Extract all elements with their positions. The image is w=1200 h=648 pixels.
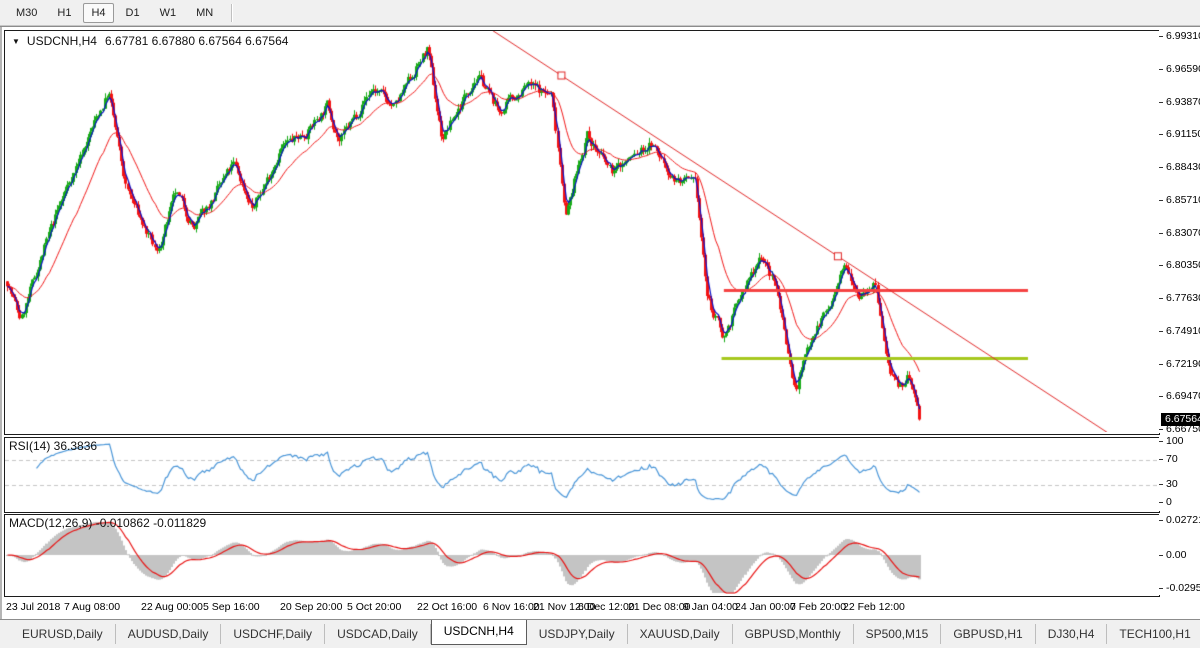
axis-tick-mark <box>1159 502 1163 503</box>
tab-usdcad-daily[interactable]: USDCAD,Daily <box>325 624 431 644</box>
price-tick-label: 6.72190 <box>1166 359 1200 370</box>
axis-tick-mark <box>1159 396 1163 397</box>
axis-tick-mark <box>1159 331 1163 332</box>
time-tick-label: 22 Feb 12:00 <box>843 601 905 613</box>
timeframe-button-h1[interactable]: H1 <box>49 3 79 23</box>
tab-gbpusd-monthly[interactable]: GBPUSD,Monthly <box>733 624 854 644</box>
axis-tick-mark <box>1159 484 1163 485</box>
timeframe-button-mn[interactable]: MN <box>188 3 221 23</box>
chart-title[interactable]: ▼ USDCNH,H4 6.67781 6.67880 6.67564 6.67… <box>12 34 288 48</box>
axis-tick-mark <box>1159 167 1163 168</box>
axis-tick-mark <box>1159 69 1163 70</box>
axis-tick-mark <box>1159 102 1163 103</box>
tab-audusd-daily[interactable]: AUDUSD,Daily <box>116 624 222 644</box>
chart-title-symbol: USDCNH,H4 <box>27 34 97 48</box>
price-tick-label: 6.99310 <box>1166 31 1200 42</box>
rsi-tick-label: 30 <box>1166 479 1178 490</box>
time-tick-label: 9 Jan 04:00 <box>683 601 738 613</box>
time-tick-label: 20 Sep 20:00 <box>280 601 342 613</box>
rsi-label: RSI(14) 36.3836 <box>9 439 97 453</box>
macd-tick-label: 0.027219 <box>1166 515 1200 526</box>
rsi-axis[interactable]: 100 70 30 0 <box>1159 437 1200 511</box>
rsi-tick-label: 0 <box>1166 497 1172 508</box>
time-tick-label: 24 Jan 00:00 <box>735 601 796 613</box>
time-tick-label: 22 Oct 16:00 <box>417 601 477 613</box>
timeframe-button-m30[interactable]: M30 <box>8 3 45 23</box>
price-tick-label: 6.91150 <box>1166 129 1200 140</box>
rsi-panel: RSI(14) 36.3836 <box>4 437 1160 513</box>
rsi-canvas[interactable] <box>5 438 1157 510</box>
price-tick-label: 6.93870 <box>1166 97 1200 108</box>
price-tick-label: 6.83070 <box>1166 228 1200 239</box>
axis-tick-mark <box>1159 298 1163 299</box>
tab-tech100-h1[interactable]: TECH100,H1 <box>1107 624 1200 644</box>
tab-gbpusd-h1[interactable]: GBPUSD,H1 <box>941 624 1035 644</box>
timeframe-button-d1[interactable]: D1 <box>118 3 148 23</box>
price-tick-label: 6.85710 <box>1166 195 1200 206</box>
time-tick-label: 5 Oct 20:00 <box>347 601 401 613</box>
toolbar-separator <box>231 4 232 22</box>
price-tick-label: 6.74910 <box>1166 326 1200 337</box>
tab-dj30-h4[interactable]: DJ30,H4 <box>1036 624 1108 644</box>
tab-xauusd-daily[interactable]: XAUUSD,Daily <box>628 624 733 644</box>
time-tick-label: 23 Jul 2018 <box>6 601 60 613</box>
axis-tick-mark <box>1159 134 1163 135</box>
rsi-tick-label: 70 <box>1166 454 1178 465</box>
axis-tick-mark <box>1159 233 1163 234</box>
time-axis[interactable]: 23 Jul 2018 7 Aug 08:00 22 Aug 00:005 Sep … <box>4 597 1158 619</box>
axis-tick-mark <box>1159 441 1163 442</box>
macd-panel: MACD(12,26,9) -0.010862 -0.011829 <box>4 514 1160 597</box>
macd-tick-label: 0.00 <box>1166 550 1186 561</box>
axis-tick-mark <box>1159 429 1163 430</box>
time-tick-label: 7 Feb 20:00 <box>790 601 846 613</box>
time-tick-label: 22 Aug 00:00 <box>141 601 203 613</box>
time-tick-label: 6 Dec 12:00 <box>578 601 635 613</box>
price-tick-label: 6.77630 <box>1166 293 1200 304</box>
price-tick-label: 6.88430 <box>1166 162 1200 173</box>
tab-eurusd-daily[interactable]: EURUSD,Daily <box>10 624 116 644</box>
price-tick-label: 6.80350 <box>1166 260 1200 271</box>
macd-axis[interactable]: 0.027219 0.00 -0.029558 <box>1159 514 1200 595</box>
chart-title-ohlc: 6.67781 6.67880 6.67564 6.67564 <box>105 34 289 48</box>
axis-tick-mark <box>1159 555 1163 556</box>
time-tick-label: 21 Dec 08:00 <box>628 601 690 613</box>
main-chart-panel: ▼ USDCNH,H4 6.67781 6.67880 6.67564 6.67… <box>4 30 1160 435</box>
chart-window: ▼ USDCNH,H4 6.67781 6.67880 6.67564 6.67… <box>0 26 1200 620</box>
axis-tick-mark <box>1159 588 1163 589</box>
tab-usdjpy-daily[interactable]: USDJPY,Daily <box>527 624 628 644</box>
price-axis[interactable]: 6.99310 6.96590 6.93870 6.91150 6.88430 6.857… <box>1159 30 1200 433</box>
axis-tick-mark <box>1159 459 1163 460</box>
axis-tick-mark <box>1159 200 1163 201</box>
current-price-badge: 6.67564 <box>1161 413 1200 426</box>
timeframe-toolbar: M30H1H4D1W1MN <box>0 0 1200 26</box>
rsi-tick-label: 100 <box>1166 436 1184 447</box>
tab-usdchf-daily[interactable]: USDCHF,Daily <box>221 624 325 644</box>
tab-usdcnh-h4[interactable]: USDCNH,H4 <box>431 620 527 645</box>
tab-sp500-m15[interactable]: SP500,M15 <box>854 624 942 644</box>
price-tick-label: 6.69470 <box>1166 391 1200 402</box>
axis-tick-mark <box>1159 36 1163 37</box>
macd-tick-label: -0.029558 <box>1166 583 1200 594</box>
axis-tick-mark <box>1159 265 1163 266</box>
axis-tick-mark <box>1159 364 1163 365</box>
price-tick-label: 6.96590 <box>1166 64 1200 75</box>
time-tick-label: 5 Sep 16:00 <box>203 601 260 613</box>
time-tick-label: 7 Aug 08:00 <box>64 601 120 613</box>
timeframe-button-h4[interactable]: H4 <box>83 3 113 23</box>
timeframe-button-w1[interactable]: W1 <box>152 3 185 23</box>
main-chart-canvas[interactable] <box>5 31 1157 432</box>
macd-label: MACD(12,26,9) -0.010862 -0.011829 <box>9 516 206 530</box>
chart-dropdown-icon[interactable]: ▼ <box>12 37 20 46</box>
trading-terminal: { "toolbar": { "timeframes": ["M30", "H1… <box>0 0 1200 648</box>
time-tick-label: 6 Nov 16:00 <box>483 601 540 613</box>
symbol-tabbar: EURUSD,DailyAUDUSD,DailyUSDCHF,DailyUSDC… <box>0 621 1200 648</box>
axis-tick-mark <box>1159 520 1163 521</box>
